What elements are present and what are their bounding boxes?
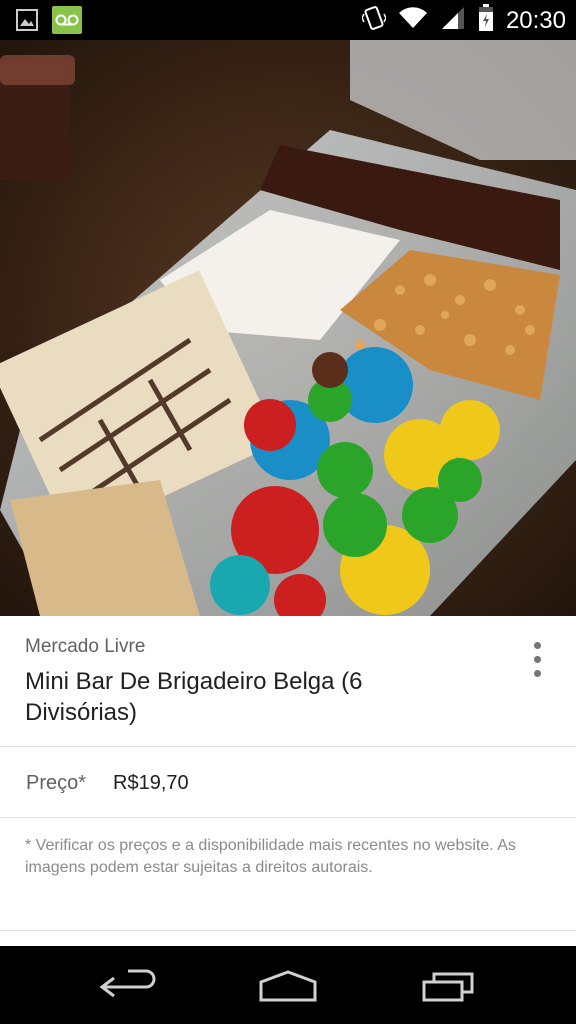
recent-apps-icon [422,972,474,1002]
divider [0,930,576,931]
status-bar: 20:30 [0,0,576,40]
price-label: Preço* [26,772,87,794]
divider [0,746,576,747]
image-notification-icon [16,9,38,36]
divider [0,817,576,818]
wifi-icon [398,6,428,35]
back-icon [99,969,156,998]
navigation-bar [0,946,576,1024]
battery-icon [478,4,494,37]
signal-icon [440,5,466,36]
vibrate-icon [361,4,387,37]
merchant-name[interactable]: Mercado Livre [25,636,145,658]
home-icon [259,970,317,1002]
recent-apps-button[interactable] [410,960,490,1010]
more-vert-icon [534,642,541,649]
voicemail-icon [52,6,82,39]
home-button[interactable] [248,960,328,1010]
product-title[interactable]: Mini Bar De Brigadeiro Belga (6 Divisóri… [25,666,475,728]
overflow-menu-button[interactable] [518,638,558,682]
product-image[interactable] [0,40,576,616]
clock: 20:30 [505,6,566,34]
disclaimer-text: * Verificar os preços e a disponibilidad… [25,837,516,876]
back-button[interactable] [88,960,168,1010]
product-card: Mercado Livre Mini Bar De Brigadeiro Bel… [0,616,576,946]
price-value: R$19,70 [113,772,189,794]
